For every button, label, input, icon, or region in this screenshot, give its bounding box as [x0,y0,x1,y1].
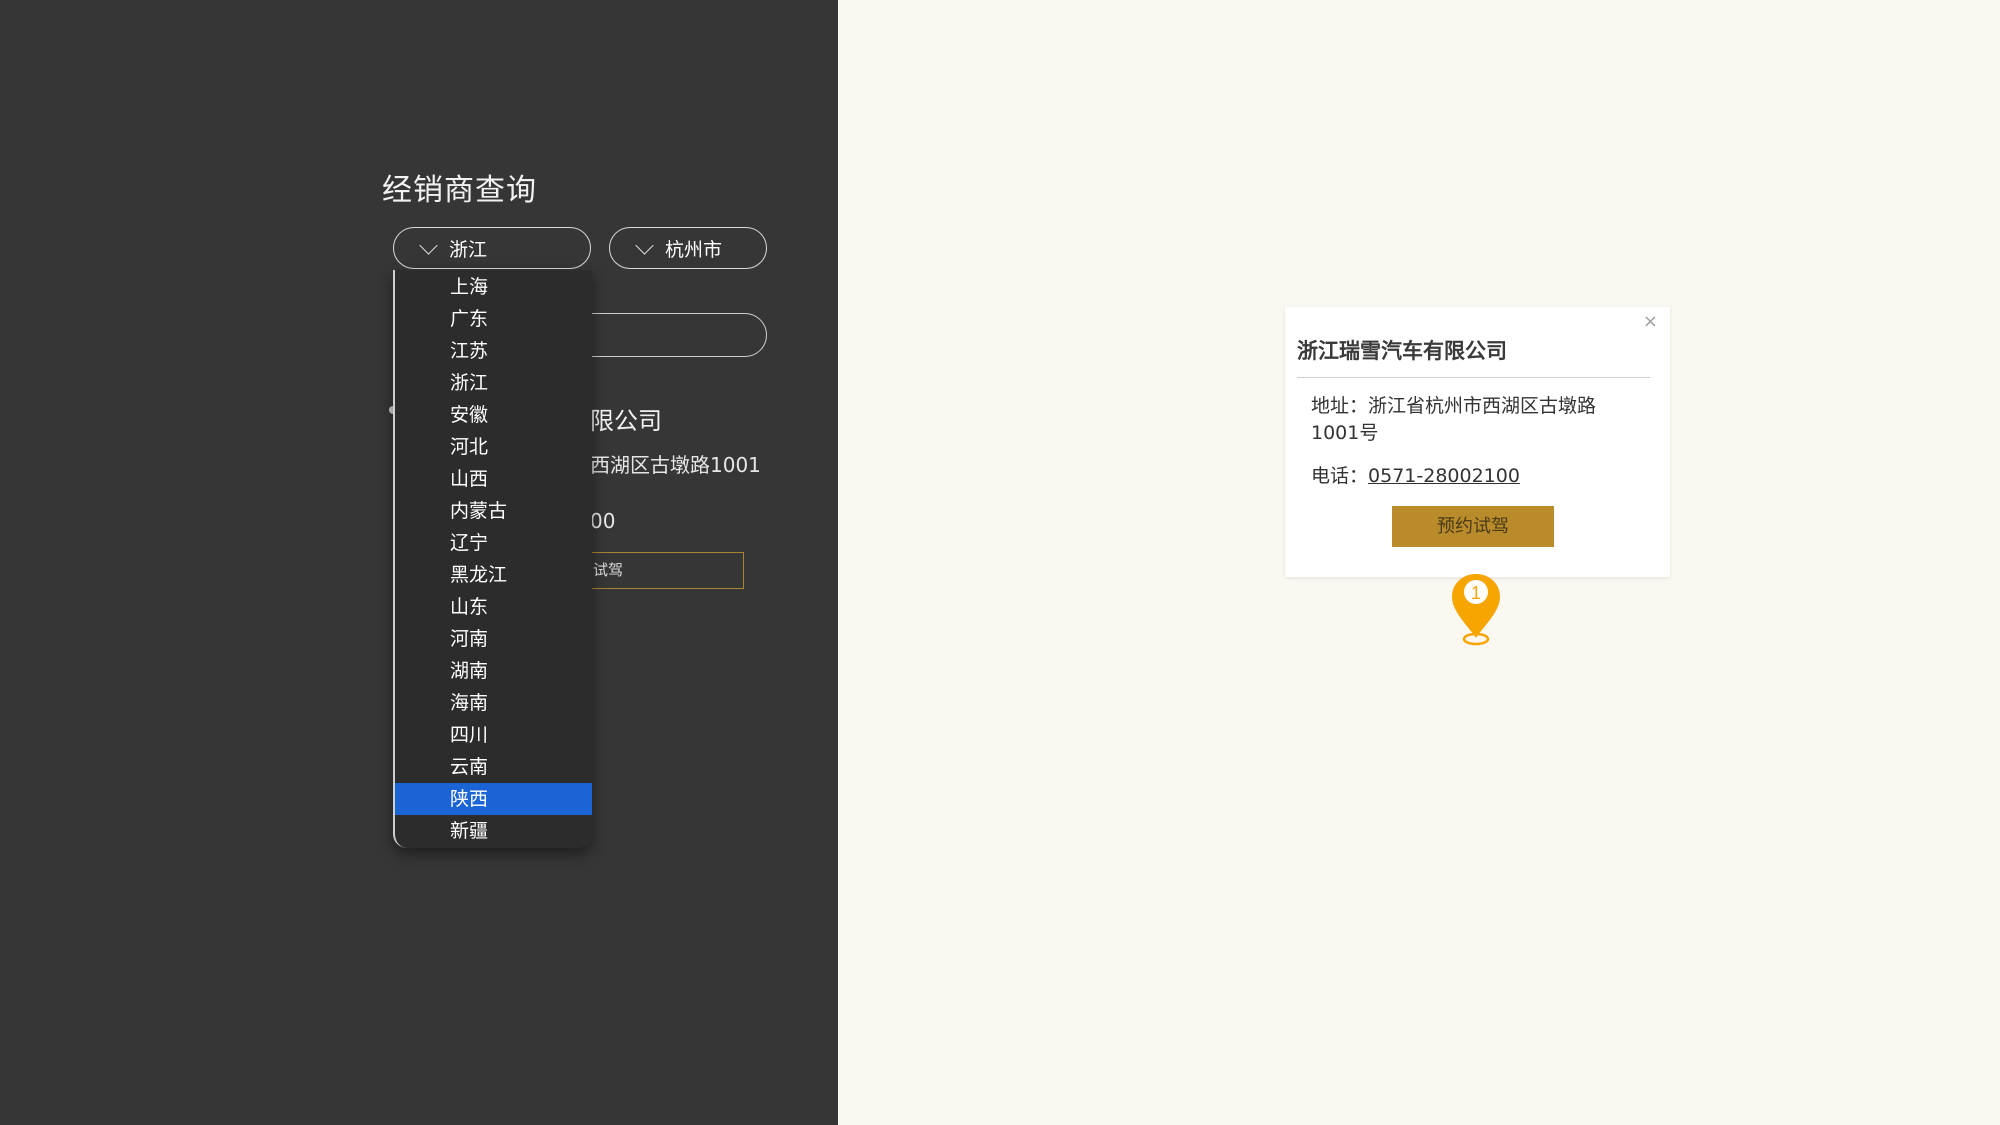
province-option[interactable]: 海南 [395,687,592,719]
popup-phone-label: 电话： [1311,465,1369,487]
province-option[interactable]: 湖南 [395,655,592,687]
dealer-info-popup: × 浙江瑞雪汽车有限公司 地址：浙江省杭州市西湖区古墩路1001号 电话：057… [1285,307,1670,577]
chevron-down-icon [635,235,654,255]
close-icon[interactable]: × [1643,311,1658,332]
province-option[interactable]: 黑龙江 [395,559,592,591]
province-option[interactable]: 辽宁 [395,527,592,559]
page-title: 经销商查询 [382,173,537,208]
province-option[interactable]: 浙江 [395,367,592,399]
dealer-list-name[interactable]: 限公司 [590,401,662,436]
map-marker[interactable]: 1 [1448,570,1504,648]
province-option-highlighted[interactable]: 陕西 [395,783,592,815]
province-option[interactable]: 上海 [395,271,592,303]
province-option[interactable]: 云南 [395,751,592,783]
province-select[interactable]: 浙江 [393,227,591,269]
province-option[interactable]: 山东 [395,591,592,623]
dealer-list-test-drive-button[interactable]: 试驾 [590,552,744,589]
province-option[interactable]: 江苏 [395,335,592,367]
popup-address: 地址：浙江省杭州市西湖区古墩路1001号 [1311,393,1611,447]
province-option[interactable]: 河北 [395,431,592,463]
popup-divider [1297,377,1650,378]
map-pin-icon: 1 [1452,574,1500,646]
province-dropdown-list[interactable]: 上海 广东 江苏 浙江 安徽 河北 山西 内蒙古 辽宁 黑龙江 山东 河南 湖南… [393,270,592,848]
province-option[interactable]: 广东 [395,303,592,335]
province-option[interactable]: 新疆 [395,815,592,847]
popup-dealer-name: 浙江瑞雪汽车有限公司 [1297,339,1507,363]
province-option[interactable]: 内蒙古 [395,495,592,527]
province-select-value: 浙江 [449,238,488,261]
map-marker-number: 1 [1471,583,1481,603]
popup-address-label: 地址： [1311,395,1369,417]
dealer-list-phone: 00 [590,509,616,533]
city-select[interactable]: 杭州市 [609,227,767,269]
popup-phone: 电话：0571-28002100 [1311,461,1520,488]
dealer-search-panel: 经销商查询 浙江 杭州市 限公司 西湖区古墩路1001 00 试驾 上海 广东 … [0,0,838,1125]
province-option[interactable]: 山西 [395,463,592,495]
city-select-value: 杭州市 [665,238,723,261]
province-option[interactable]: 河南 [395,623,592,655]
province-option[interactable]: 安徽 [395,399,592,431]
chevron-down-icon [419,235,438,255]
dealer-list-address: 西湖区古墩路1001 [590,453,761,477]
dealer-list-test-drive-label: 试驾 [593,561,624,579]
book-test-drive-button[interactable]: 预约试驾 [1392,506,1554,547]
province-option[interactable]: 四川 [395,719,592,751]
popup-phone-link[interactable]: 0571-28002100 [1368,465,1520,487]
